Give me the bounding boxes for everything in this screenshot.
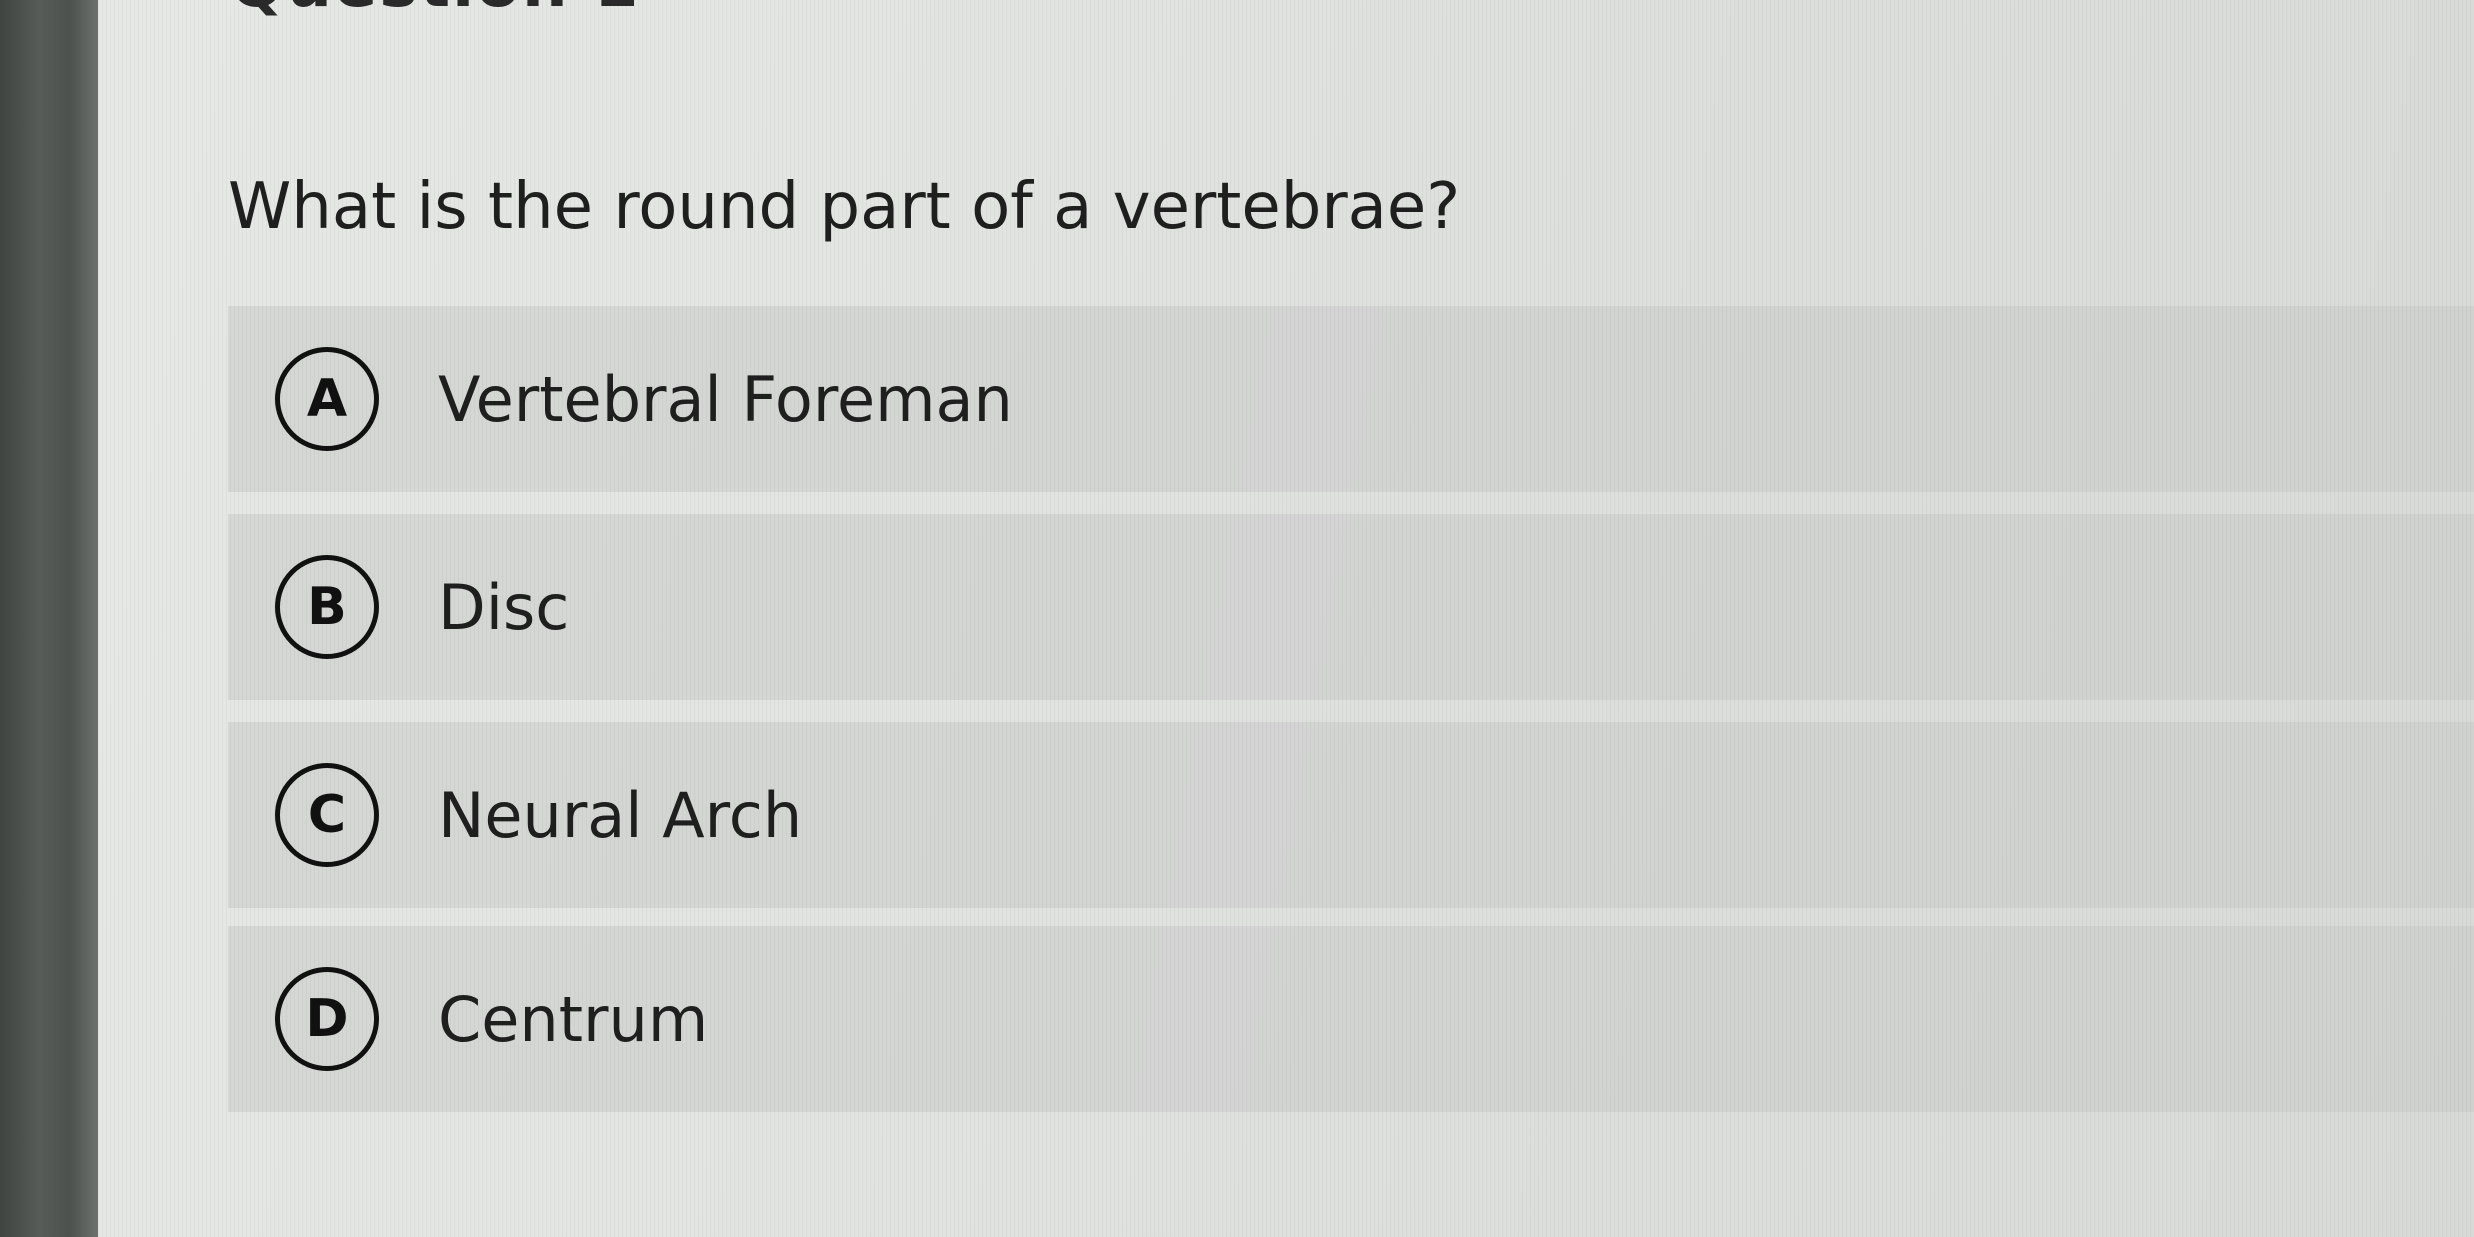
question-heading: Question 1 [230, 0, 640, 22]
question-text: What is the round part of a vertebrae? [228, 170, 1461, 244]
answer-option-c[interactable]: C Neural Arch [228, 722, 2474, 908]
option-label: Disc [438, 570, 570, 644]
answer-option-a[interactable]: A Vertebral Foreman [228, 306, 2474, 492]
quiz-screen: Question 1 What is the round part of a v… [98, 0, 2474, 1237]
monitor-bezel [0, 0, 98, 1237]
option-label: Centrum [438, 982, 709, 1056]
option-label: Vertebral Foreman [438, 362, 1013, 436]
photo-frame: Question 1 What is the round part of a v… [0, 0, 2474, 1237]
option-letter-badge: D [275, 967, 379, 1071]
option-letter-badge: C [275, 763, 379, 867]
answer-option-b[interactable]: B Disc [228, 514, 2474, 700]
answer-option-d[interactable]: D Centrum [228, 926, 2474, 1112]
option-letter-badge: A [275, 347, 379, 451]
option-letter-badge: B [275, 555, 379, 659]
option-label: Neural Arch [438, 778, 803, 852]
